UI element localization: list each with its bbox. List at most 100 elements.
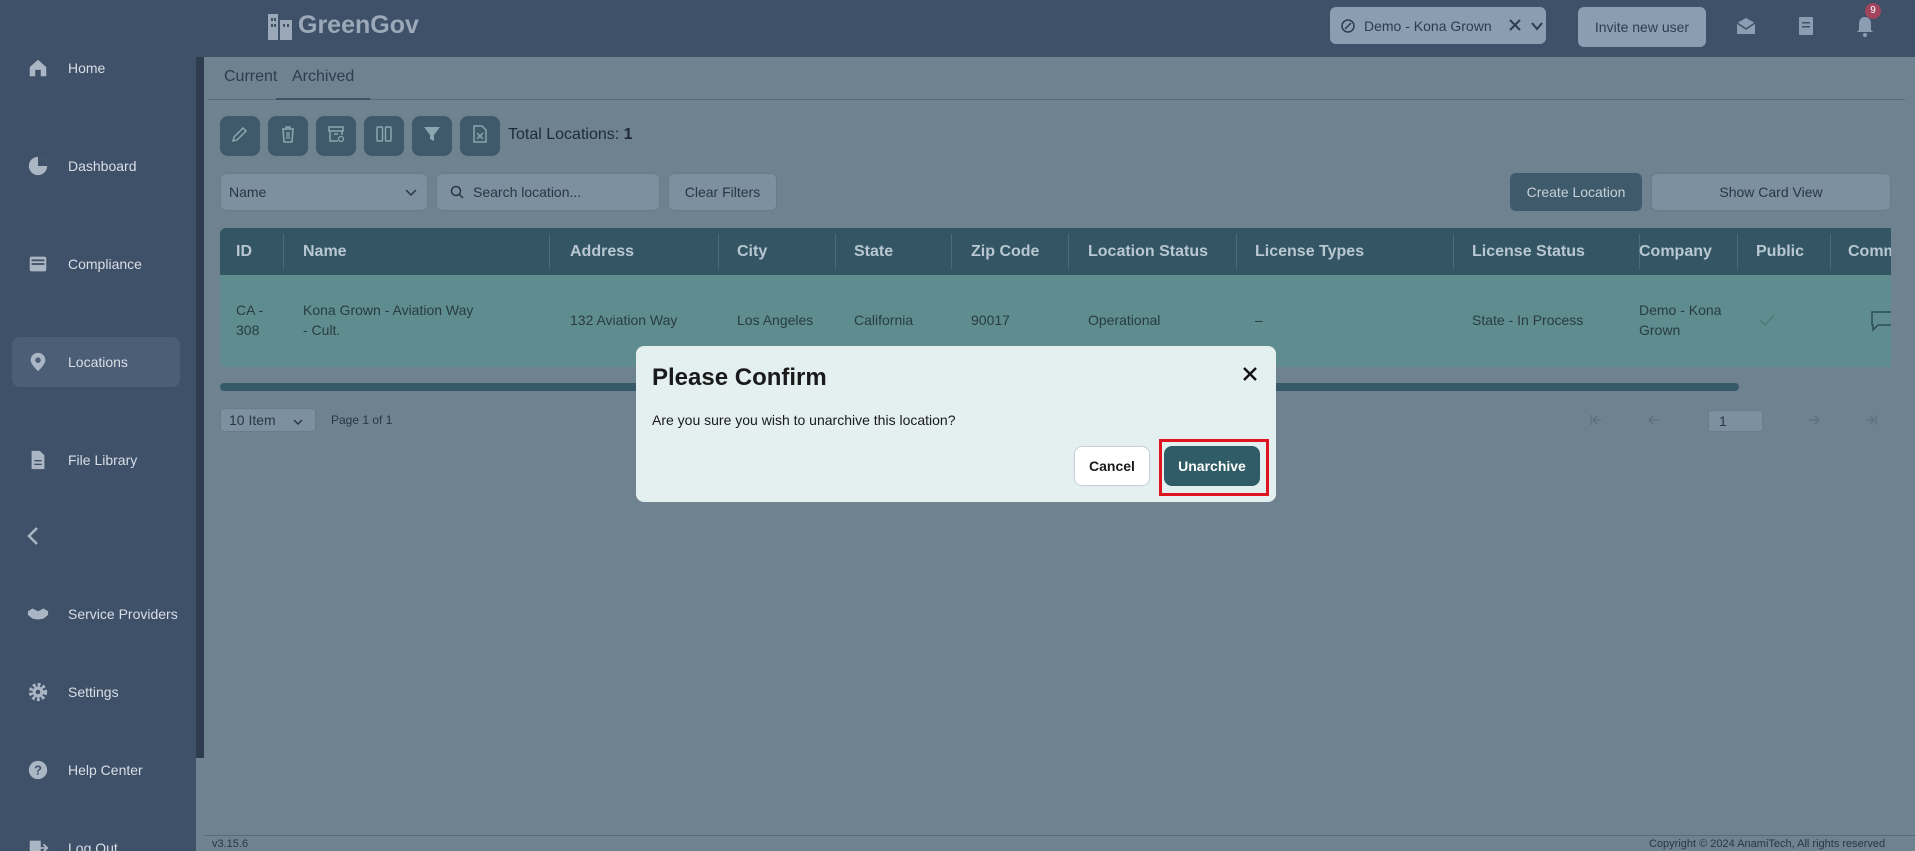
column-header-company[interactable]: Company <box>1639 228 1712 275</box>
copyright-text: Copyright © 2024 AnamiTech, All rights r… <box>1649 838 1886 850</box>
column-divider[interactable] <box>549 234 550 269</box>
footer-divider <box>204 835 1915 836</box>
dialog-title: Please Confirm <box>652 364 827 391</box>
delete-button[interactable] <box>268 116 308 156</box>
sort-field-select[interactable]: Name <box>220 173 428 211</box>
column-divider[interactable] <box>1737 234 1738 269</box>
pencil-icon <box>230 124 250 149</box>
sidebar-item-label: Compliance <box>68 256 142 272</box>
logout-icon <box>26 836 50 851</box>
app-logo[interactable]: GreenGov <box>266 10 419 40</box>
sidebar-item-service-providers[interactable]: Service Providers <box>12 589 180 639</box>
column-header-comments[interactable]: Comm <box>1848 228 1891 275</box>
column-divider[interactable] <box>1453 234 1454 269</box>
pie-chart-icon <box>26 154 50 178</box>
create-location-button[interactable]: Create Location <box>1510 173 1642 211</box>
sidebar-item-label: Settings <box>68 684 119 700</box>
sidebar-item-compliance[interactable]: Compliance <box>12 239 180 289</box>
top-bar: GreenGov Demo - Kona Grown Invite new us… <box>196 0 1915 57</box>
cell-name-line: - Cult. <box>303 322 341 338</box>
cell-company-line: Grown <box>1639 322 1681 338</box>
cell-zip-code: 90017 <box>971 312 1010 328</box>
column-header-location-status[interactable]: Location Status <box>1088 228 1208 275</box>
column-header-zip-code[interactable]: Zip Code <box>971 228 1039 275</box>
sidebar-item-file-library[interactable]: File Library <box>12 435 180 485</box>
target-highlight-box <box>1159 439 1269 496</box>
page-size-value: 10 Item <box>229 412 276 428</box>
cancel-button[interactable]: Cancel <box>1074 446 1150 486</box>
column-divider[interactable] <box>283 234 284 269</box>
clear-filters-button[interactable]: Clear Filters <box>668 173 777 211</box>
comment-icon[interactable] <box>1870 310 1891 337</box>
column-divider[interactable] <box>718 234 719 269</box>
search-placeholder: Search location... <box>473 184 582 200</box>
edit-button[interactable] <box>220 116 260 156</box>
column-header-state[interactable]: State <box>854 228 893 275</box>
columns-icon <box>374 124 394 149</box>
cell-location-status: Operational <box>1088 312 1161 328</box>
column-header-city[interactable]: City <box>737 228 767 275</box>
home-icon <box>26 56 50 80</box>
company-select[interactable]: Demo - Kona Grown <box>1330 7 1546 44</box>
handshake-icon <box>26 602 50 626</box>
mail-icon[interactable] <box>1734 14 1758 38</box>
column-header-license-types[interactable]: License Types <box>1255 228 1364 275</box>
tab-archived[interactable]: Archived <box>276 68 371 100</box>
last-page-icon[interactable] <box>1855 408 1887 432</box>
filter-button[interactable] <box>412 116 452 156</box>
next-page-icon[interactable] <box>1798 408 1830 432</box>
file-icon <box>26 448 50 472</box>
column-divider[interactable] <box>835 234 836 269</box>
search-icon <box>449 184 465 200</box>
table-header: ID Name Address City State Zip Code Loca… <box>220 228 1891 275</box>
sidebar-item-label: File Library <box>68 452 138 468</box>
column-header-name[interactable]: Name <box>303 228 347 275</box>
leaf-icon <box>1340 18 1356 34</box>
search-input[interactable]: Search location... <box>436 173 660 211</box>
cell-state: California <box>854 312 914 328</box>
export-excel-button[interactable] <box>460 116 500 156</box>
close-icon[interactable] <box>1240 364 1260 384</box>
sidebar-item-help-center[interactable]: ? Help Center <box>12 745 180 795</box>
tab-bar: Current Archived <box>208 58 1905 100</box>
cell-address: 132 Aviation Way <box>570 312 678 328</box>
show-card-view-button[interactable]: Show Card View <box>1651 173 1891 211</box>
sidebar-item-log-out[interactable]: Log Out <box>12 823 180 851</box>
column-header-address[interactable]: Address <box>570 228 634 275</box>
column-header-id[interactable]: ID <box>236 228 252 275</box>
sidebar-item-label: Dashboard <box>68 158 137 174</box>
sidebar: Home Dashboard Compliance Locations File… <box>0 0 196 851</box>
document-icon[interactable] <box>1794 14 1818 38</box>
filter-icon <box>422 124 442 149</box>
chevron-down-icon[interactable] <box>1528 17 1546 35</box>
column-header-public[interactable]: Public <box>1756 228 1804 275</box>
clear-company-icon[interactable] <box>1506 16 1524 34</box>
total-locations-value: 1 <box>623 126 633 143</box>
chevron-down-icon <box>403 184 419 200</box>
column-divider[interactable] <box>1068 234 1069 269</box>
page-size-select[interactable]: 10 Item <box>220 408 316 432</box>
first-page-icon[interactable] <box>1580 408 1612 432</box>
sidebar-item-locations[interactable]: Locations <box>12 337 180 387</box>
archive-button[interactable] <box>316 116 356 156</box>
cell-city: Los Angeles <box>737 312 814 328</box>
sidebar-item-settings[interactable]: Settings <box>12 667 180 717</box>
invite-new-user-button[interactable]: Invite new user <box>1578 7 1706 47</box>
sidebar-item-dashboard[interactable]: Dashboard <box>12 141 180 191</box>
tab-current[interactable]: Current <box>224 68 277 86</box>
sidebar-item-home[interactable]: Home <box>12 43 180 93</box>
current-page-input[interactable]: 1 <box>1708 410 1763 432</box>
cell-company: Demo - Kona Grown <box>1639 300 1721 340</box>
column-divider[interactable] <box>1236 234 1237 269</box>
dialog-message: Are you sure you wish to unarchive this … <box>652 412 956 428</box>
columns-button[interactable] <box>364 116 404 156</box>
checkmark-icon <box>1758 312 1776 333</box>
column-divider[interactable] <box>1830 234 1831 269</box>
sidebar-scrollbar[interactable] <box>196 0 204 758</box>
previous-page-icon[interactable] <box>1638 408 1670 432</box>
column-divider[interactable] <box>951 234 952 269</box>
column-header-license-status[interactable]: License Status <box>1472 228 1585 275</box>
excel-icon <box>470 124 490 149</box>
collapse-sidebar-chevron-icon[interactable] <box>22 524 46 548</box>
help-icon: ? <box>26 758 50 782</box>
